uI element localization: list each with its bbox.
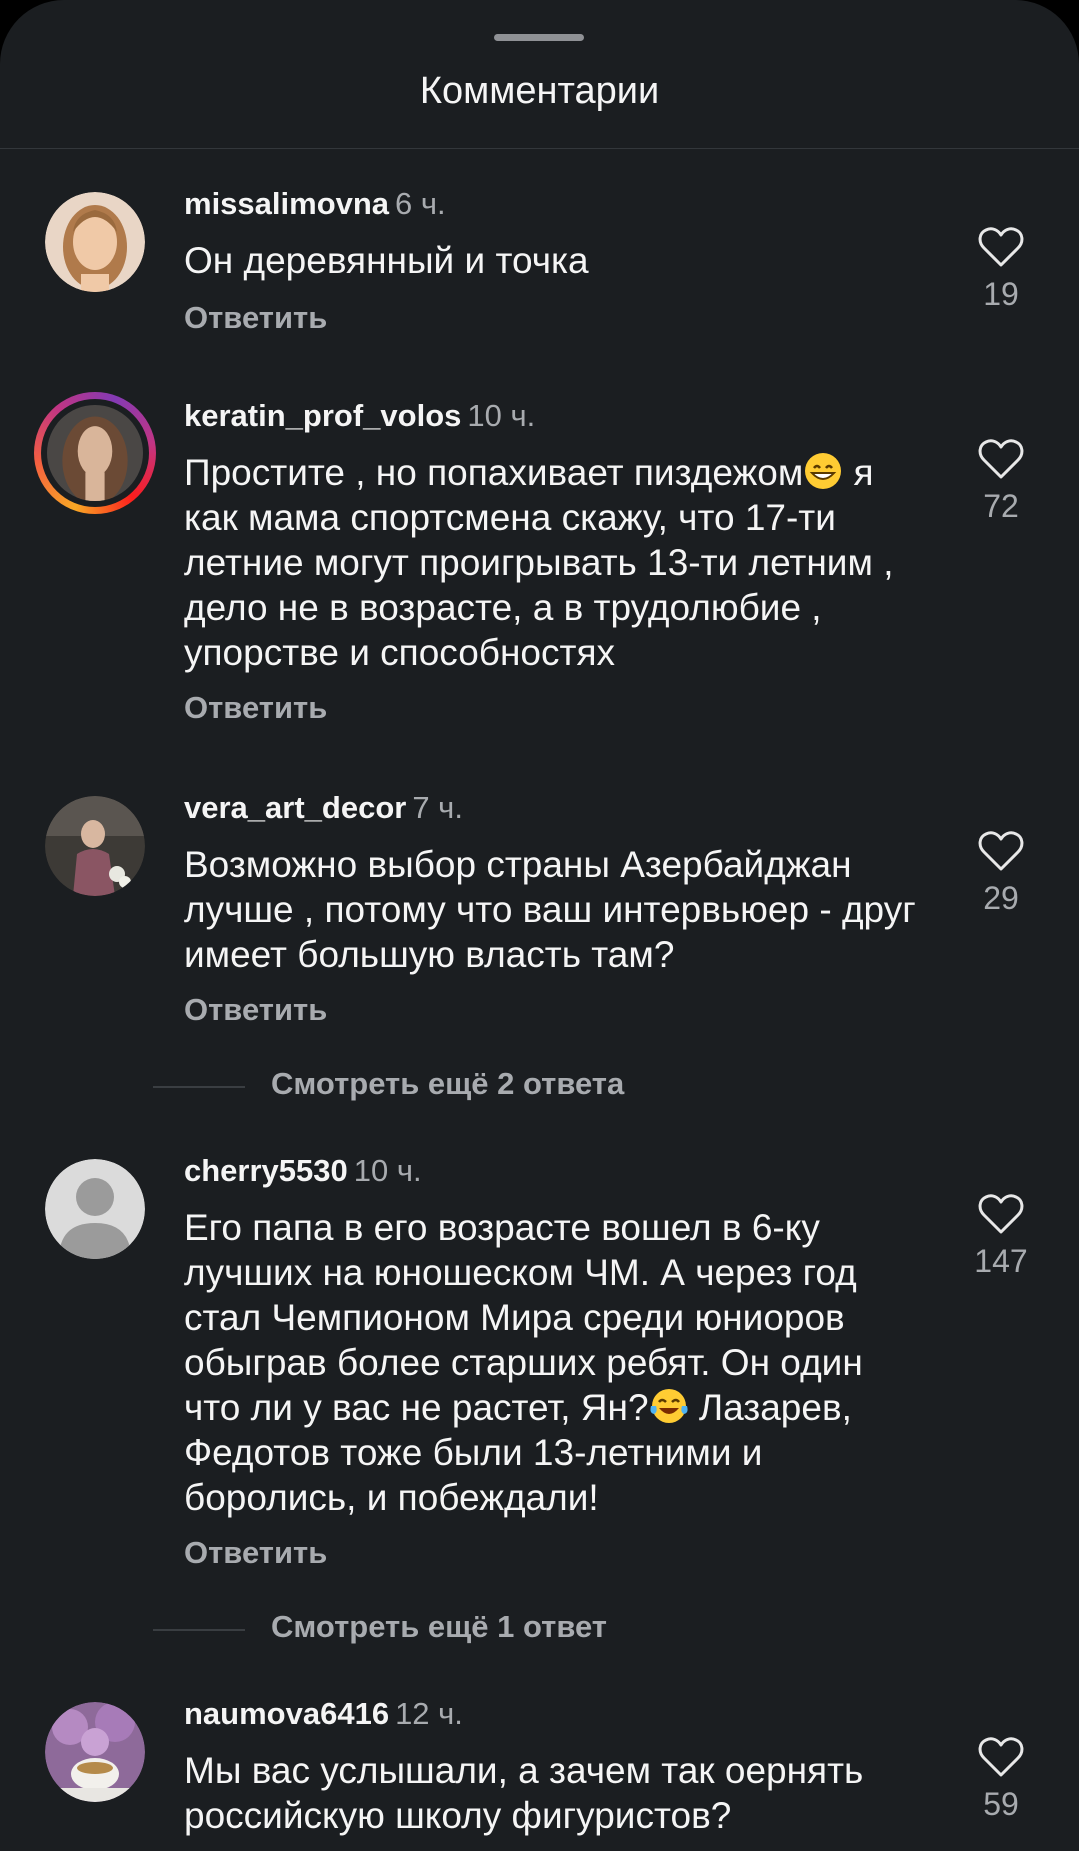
- heart-outline-icon: [978, 1194, 1024, 1234]
- comment-text: Он деревянный и точка: [184, 240, 589, 281]
- comment-meta: keratin_prof_volos 10 ч.: [184, 398, 535, 434]
- reply-button[interactable]: Ответить: [184, 690, 327, 726]
- grinning-face-emoji: [805, 453, 842, 489]
- heart-outline-icon: [978, 439, 1024, 479]
- avatar[interactable]: [45, 796, 145, 896]
- sheet-title: Комментарии: [419, 70, 660, 112]
- avatar-photo: [47, 405, 143, 501]
- like-count: 72: [983, 488, 1019, 524]
- story-ring-gap: [41, 399, 149, 507]
- timestamp: 7 ч.: [412, 790, 463, 825]
- comment-text: Возможно выбор страны Азербайджан лучше …: [184, 844, 916, 975]
- avatar-photo: [45, 1702, 145, 1802]
- view-more-replies-label: Смотреть ещё 1 ответ: [271, 1609, 607, 1644]
- comment-text: Его папа в его возрасте вошел в 6-ку луч…: [184, 1205, 924, 1520]
- comment-meta: cherry5530 10 ч.: [184, 1153, 422, 1189]
- reply-button[interactable]: Ответить: [184, 1535, 327, 1571]
- avatar-default[interactable]: [45, 1159, 145, 1259]
- header-divider: [0, 148, 1079, 149]
- timestamp: 10 ч.: [353, 1153, 422, 1188]
- heart-outline-icon: [978, 227, 1024, 267]
- like-count: 147: [974, 1243, 1028, 1279]
- tears-of-joy-emoji: [649, 1389, 688, 1423]
- heart-outline-icon: [978, 831, 1024, 871]
- like-count: 19: [983, 276, 1019, 312]
- avatar-photo: [45, 796, 145, 896]
- comment-text: Мы вас услышали, а зачем так оернять рос…: [184, 1750, 864, 1836]
- view-more-replies-label: Смотреть ещё 2 ответа: [271, 1066, 625, 1101]
- avatar-story-ring[interactable]: [34, 392, 156, 514]
- username[interactable]: vera_art_decor: [184, 790, 406, 825]
- like-button[interactable]: 59: [966, 1736, 1036, 1823]
- username[interactable]: keratin_prof_volos: [184, 398, 461, 433]
- comment-text: Простите , но попахивает пиздежом я как …: [184, 450, 924, 675]
- timestamp: 12 ч.: [395, 1696, 463, 1731]
- username[interactable]: cherry5530: [184, 1153, 348, 1188]
- replies-thread-line: [153, 1629, 245, 1631]
- username[interactable]: naumova6416: [184, 1696, 389, 1731]
- avatar[interactable]: [45, 1702, 145, 1802]
- reply-button[interactable]: Ответить: [184, 300, 327, 336]
- like-button[interactable]: 72: [966, 438, 1036, 525]
- avatar[interactable]: [45, 192, 145, 292]
- comment-meta: vera_art_decor 7 ч.: [184, 790, 463, 826]
- like-button[interactable]: 147: [966, 1193, 1036, 1280]
- heart-outline-icon: [978, 1737, 1024, 1777]
- like-count: 29: [983, 880, 1019, 916]
- comments-sheet: Комментарии missalimovna 6 ч. Он деревянн…: [0, 0, 1079, 1851]
- comment-meta: missalimovna 6 ч.: [184, 186, 446, 222]
- avatar-photo: [45, 192, 145, 292]
- default-avatar-icon: [45, 1159, 145, 1259]
- like-count: 59: [983, 1786, 1019, 1822]
- reply-button[interactable]: Ответить: [184, 992, 327, 1028]
- like-button[interactable]: 29: [966, 830, 1036, 917]
- replies-thread-line: [153, 1086, 245, 1088]
- like-button[interactable]: 19: [966, 226, 1036, 313]
- comment-meta: naumova6416 12 ч.: [184, 1696, 463, 1732]
- drag-handle[interactable]: [494, 34, 584, 41]
- timestamp: 6 ч.: [395, 186, 446, 221]
- timestamp: 10 ч.: [467, 398, 536, 433]
- username[interactable]: missalimovna: [184, 186, 389, 221]
- comment-text-start: Простите , но попахивает пиздежом: [184, 452, 804, 493]
